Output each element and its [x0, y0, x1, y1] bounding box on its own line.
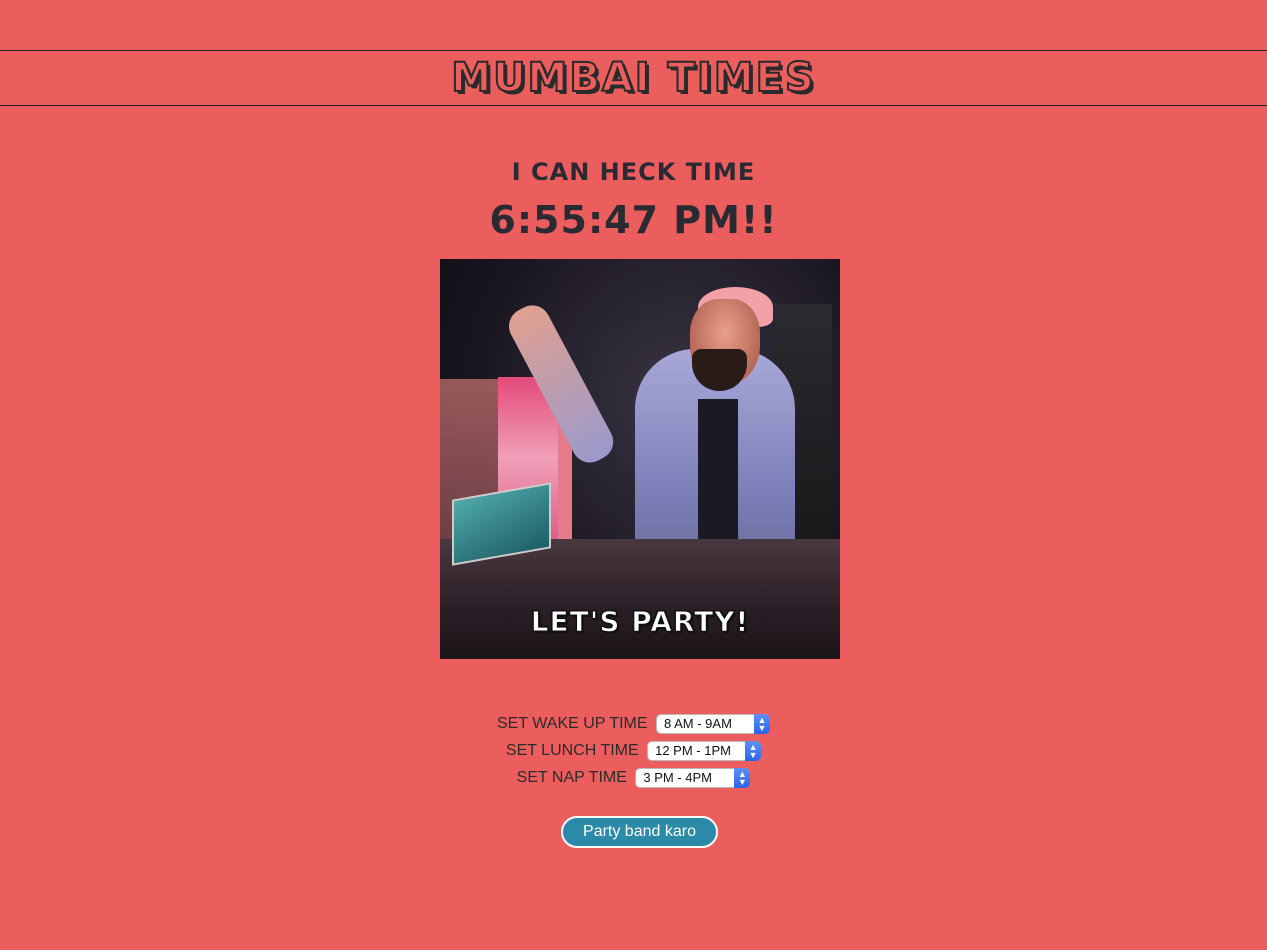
chevron-up-down-icon: ▲ ▼ — [745, 741, 762, 761]
wake-up-select[interactable]: 8 AM - 9AM ▲ ▼ — [656, 714, 770, 734]
nap-select-value: 3 PM - 4PM — [643, 770, 712, 785]
section-heading: I CAN HECK TIME — [511, 158, 756, 186]
nap-select[interactable]: 3 PM - 4PM ▲ ▼ — [635, 768, 751, 788]
page: MUMBAI TIMES I CAN HECK TIME 6:55:47 PM!… — [0, 0, 1267, 950]
lunch-label: SET LUNCH TIME — [505, 742, 639, 759]
wake-up-label: SET WAKE UP TIME — [496, 715, 648, 732]
brand-title: MUMBAI TIMES — [450, 54, 816, 102]
lunch-select-value: 12 PM - 1PM — [655, 743, 731, 758]
party-image: LET'S PARTY! — [440, 259, 840, 659]
chevron-up-down-icon: ▲ ▼ — [754, 714, 770, 734]
nap-label: SET NAP TIME — [516, 769, 627, 786]
wake-up-select-value: 8 AM - 9AM — [664, 716, 732, 731]
settings-form: SET WAKE UP TIME 8 AM - 9AM ▲ ▼ SET LUNCH… — [0, 712, 1267, 793]
wake-up-row: SET WAKE UP TIME 8 AM - 9AM ▲ ▼ — [0, 712, 1267, 739]
clock-display: 6:55:47 PM!! — [489, 198, 778, 242]
chevron-up-down-icon: ▲ ▼ — [734, 768, 751, 788]
image-caption: LET'S PARTY! — [530, 605, 750, 639]
header: MUMBAI TIMES — [0, 50, 1267, 106]
nap-row: SET NAP TIME 3 PM - 4PM ▲ ▼ — [0, 766, 1267, 793]
party-stop-button[interactable]: Party band karo — [561, 816, 718, 848]
lunch-row: SET LUNCH TIME 12 PM - 1PM ▲ ▼ — [0, 739, 1267, 766]
lunch-select[interactable]: 12 PM - 1PM ▲ ▼ — [647, 741, 762, 761]
